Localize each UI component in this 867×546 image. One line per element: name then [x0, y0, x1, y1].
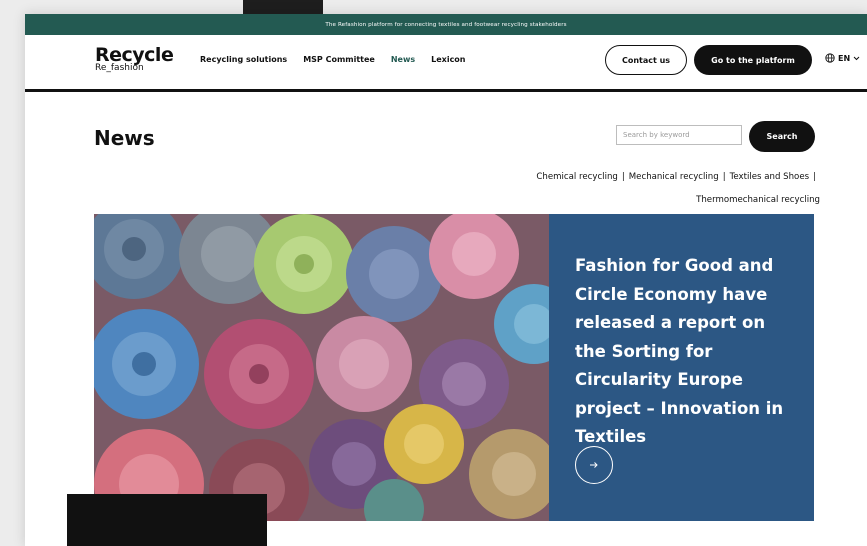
- category-row: Thermomechanical recycling: [400, 189, 820, 212]
- chevron-down-icon: [853, 56, 860, 60]
- category-textiles-and-shoes[interactable]: Textiles and Shoes: [730, 172, 809, 182]
- background-left: [0, 0, 25, 546]
- search-button[interactable]: Search: [749, 121, 815, 152]
- featured-article[interactable]: Fashion for Good and Circle Economy have…: [94, 214, 814, 521]
- background-top: [0, 0, 867, 14]
- announcement-text: The Refashion platform for connecting te…: [325, 21, 567, 28]
- main-nav: Recycling solutions MSP Committee News L…: [200, 55, 466, 64]
- arrow-glyph: [590, 462, 598, 468]
- nav-item-news[interactable]: News: [391, 55, 415, 64]
- announcement-bar: The Refashion platform for connecting te…: [25, 14, 867, 35]
- language-label: EN: [838, 53, 851, 63]
- featured-panel: Fashion for Good and Circle Economy have…: [549, 214, 814, 521]
- background-dark-block-bottom: [67, 494, 267, 546]
- nav-item-msp-committee[interactable]: MSP Committee: [303, 55, 375, 64]
- nav-item-lexicon[interactable]: Lexicon: [431, 55, 465, 64]
- textile-rolls-illustration: [94, 214, 549, 521]
- category-mechanical-recycling[interactable]: Mechanical recycling: [629, 172, 719, 182]
- category-chemical-recycling[interactable]: Chemical recycling: [536, 172, 617, 182]
- category-thermomechanical-recycling[interactable]: Thermomechanical recycling: [696, 195, 820, 205]
- contact-button[interactable]: Contact us: [605, 45, 687, 75]
- category-filters: Chemical recycling | Mechanical recycling |…: [400, 166, 820, 212]
- nav-item-recycling-solutions[interactable]: Recycling solutions: [200, 55, 287, 64]
- category-row: Chemical recycling | Mechanical recycling |…: [400, 166, 820, 189]
- language-selector[interactable]: EN: [825, 53, 860, 63]
- rolled-textiles-image: [94, 214, 549, 521]
- page-title: News: [94, 126, 155, 150]
- arrow-right-icon[interactable]: [575, 446, 613, 484]
- featured-headline[interactable]: Fashion for Good and Circle Economy have…: [575, 252, 795, 452]
- category-separator: |: [722, 172, 726, 182]
- platform-button[interactable]: Go to the platform: [694, 45, 812, 75]
- logo-main: Recycle: [95, 44, 174, 66]
- page: The Refashion platform for connecting te…: [25, 14, 867, 546]
- search-input[interactable]: [616, 125, 742, 145]
- logo[interactable]: Recycle Re_fashion: [95, 44, 174, 73]
- header: Recycle Re_fashion Recycling solutions M…: [25, 35, 867, 92]
- category-separator: |: [813, 172, 816, 182]
- category-separator: |: [621, 172, 625, 182]
- globe-icon: [825, 53, 835, 63]
